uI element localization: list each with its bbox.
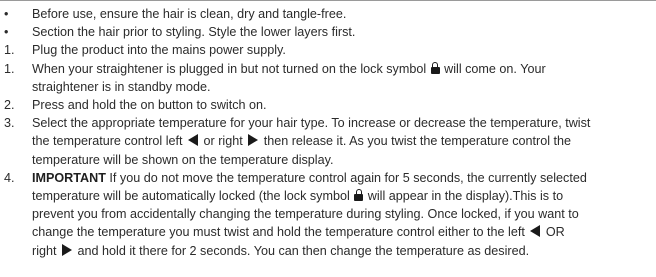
bullet-text: Before use, ensure the hair is clean, dr… <box>32 7 347 21</box>
step-text-part: the temperature control left <box>32 134 183 149</box>
step-text: IMPORTANT If you do not move the tempera… <box>32 169 652 260</box>
step-text-part: change the temperature you must twist an… <box>32 225 525 240</box>
bullet-item: • Section the hair prior to styling. Sty… <box>4 23 652 41</box>
step-text: Plug the product into the mains power su… <box>32 43 286 58</box>
arrow-right-icon <box>62 243 72 256</box>
arrow-right-icon <box>248 134 259 147</box>
bullet-text: Section the hair prior to styling. Style… <box>32 25 356 40</box>
arrow-left-icon <box>188 134 199 147</box>
step-item: 1. When your straightener is plugged in … <box>4 60 652 96</box>
step-number: 3. <box>4 116 15 131</box>
instructions-list: • Before use, ensure the hair is clean, … <box>4 5 652 260</box>
step-text-part: temperature will be automatically locked… <box>32 189 350 204</box>
step-text-part: and hold it there for 2 seconds. You can… <box>77 243 530 258</box>
bullet-marker: • <box>4 7 9 21</box>
step-text-part: will come on. Your <box>444 61 546 76</box>
step-text-part: If you do not move the temperature contr… <box>109 170 587 185</box>
important-label: IMPORTANT <box>32 170 106 185</box>
step-text-part: then release it. As you twist the temper… <box>263 134 572 149</box>
bullet-item: • Before use, ensure the hair is clean, … <box>4 5 652 23</box>
step-item: 2. Press and hold the on button to switc… <box>4 96 652 114</box>
step-text-part: prevent you from accidentally changing t… <box>32 207 579 222</box>
step-text-part: OR <box>545 225 565 240</box>
step-text: When your straightener is plugged in but… <box>32 60 652 96</box>
step-text-part: right <box>32 243 57 258</box>
step-text: Press and hold the on button to switch o… <box>32 98 267 113</box>
step-text-part: When your straightener is plugged in but… <box>32 61 427 76</box>
step-number: 1. <box>4 43 15 58</box>
arrow-left-icon <box>530 225 541 238</box>
step-text: Select the appropriate temperature for y… <box>32 114 652 169</box>
step-text-part: straightener is in standby mode. <box>32 79 211 94</box>
step-text-part: or right <box>203 134 243 149</box>
prep-step: 1. Plug the product into the mains power… <box>4 41 652 59</box>
step-item: 3. Select the appropriate temperature fo… <box>4 114 652 169</box>
step-text-part: temperature will be shown on the tempera… <box>32 152 334 167</box>
step-number: 2. <box>4 98 15 113</box>
top-divider <box>0 0 656 1</box>
step-text-part: will appear in the display).This is to <box>367 189 564 204</box>
step-number: 4. <box>4 170 15 185</box>
step-text-part: Select the appropriate temperature for y… <box>32 116 591 131</box>
bullet-marker: • <box>4 25 9 40</box>
lock-icon <box>430 61 440 74</box>
lock-icon <box>354 189 364 202</box>
step-number: 1. <box>4 61 15 76</box>
step-item: 4. IMPORTANT If you do not move the temp… <box>4 169 652 260</box>
